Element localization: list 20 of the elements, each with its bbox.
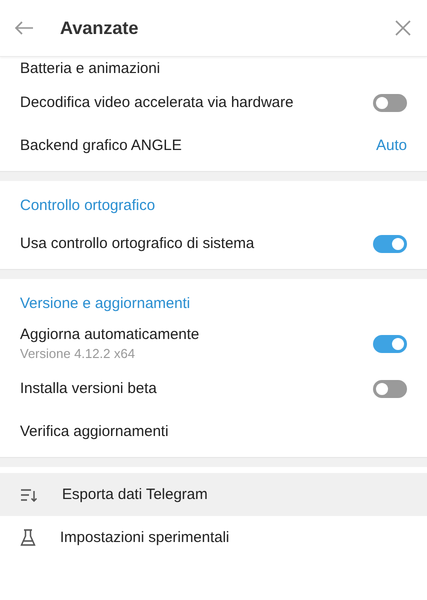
list-down-arrow-icon (20, 488, 38, 502)
close-icon[interactable] (393, 18, 413, 38)
setting-label[interactable]: Verifica aggiornamenti (20, 423, 168, 440)
setting-label: Backend grafico ANGLE (20, 137, 182, 154)
flask-icon (20, 528, 36, 546)
toggle-switch[interactable] (373, 94, 407, 112)
setting-value[interactable]: Auto (376, 137, 407, 154)
toggle-switch[interactable] (373, 234, 407, 252)
setting-label: Decodifica video accelerata via hardware (20, 94, 294, 111)
section-heading: Controllo ortografico (19, 196, 156, 216)
section-heading: Versione e aggiornamenti (19, 294, 192, 314)
toggle-switch[interactable] (373, 380, 407, 398)
setting-label[interactable]: Batteria e animazioni (20, 60, 160, 76)
menu-item[interactable]: Esporta dati Telegram (0, 473, 427, 516)
setting-label: Aggiorna automaticamente (20, 326, 200, 343)
setting-label: Usa controllo ortografico di sistema (20, 235, 254, 252)
setting-subtitle: Versione 4.12.2 x64 (20, 346, 136, 361)
window-title: Avanzate (60, 18, 140, 38)
setting-label: Installa versioni beta (20, 380, 157, 397)
toggle-switch[interactable] (373, 334, 407, 352)
